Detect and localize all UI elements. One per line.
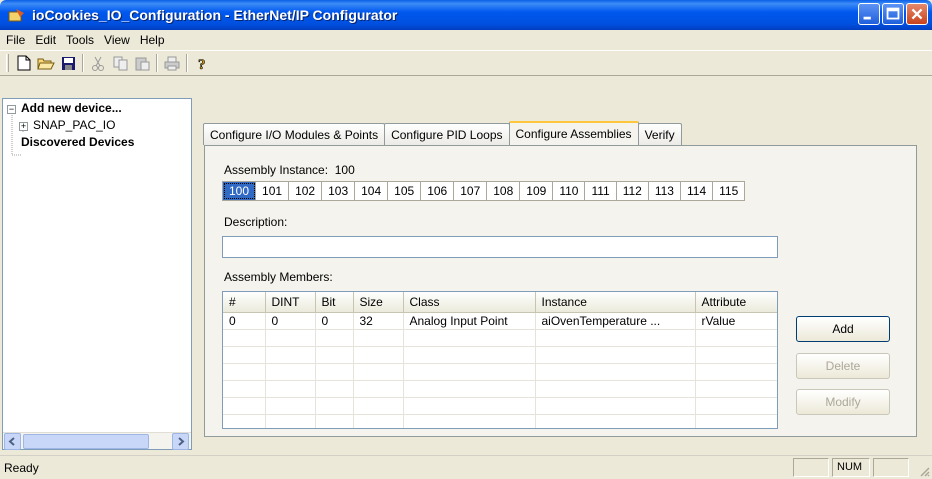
pane-splitter[interactable] [192, 98, 197, 450]
assembly-members-table[interactable]: # DINT Bit Size Class Instance Attribute… [222, 291, 778, 429]
add-button[interactable]: Add [796, 316, 890, 342]
tab-configure-assemblies[interactable]: Configure Assemblies [508, 121, 639, 145]
cell-instance: aiOvenTemperature ... [535, 312, 696, 330]
svg-text:?: ? [198, 57, 206, 71]
toolbar-separator [82, 54, 84, 72]
title-bar: ioCookies_IO_Configuration - EtherNet/IP… [0, 0, 932, 30]
menu-tools[interactable]: Tools [64, 33, 100, 47]
empty-table-row [223, 380, 777, 398]
cell-dint: 0 [265, 312, 316, 330]
instance-tab-105[interactable]: 105 [388, 182, 422, 200]
instance-tab-109[interactable]: 109 [520, 182, 554, 200]
collapse-toggle[interactable]: − [7, 105, 16, 114]
scroll-right-arrow-icon[interactable] [172, 433, 189, 450]
instance-tab-104[interactable]: 104 [355, 182, 389, 200]
scroll-thumb[interactable] [23, 434, 149, 449]
description-label: Description: [224, 215, 288, 229]
horizontal-scrollbar[interactable] [3, 432, 191, 450]
save-icon[interactable] [57, 52, 79, 74]
menu-bar: File Edit Tools View Help [0, 30, 932, 49]
toolbar-separator [186, 54, 188, 72]
empty-table-row [223, 329, 777, 347]
new-file-icon[interactable] [13, 52, 35, 74]
paste-icon [131, 52, 153, 74]
print-icon [161, 52, 183, 74]
assembly-instance-value: 100 [334, 163, 355, 177]
column-header-class[interactable]: Class [403, 292, 536, 313]
toolbar-separator [156, 54, 158, 72]
empty-table-row [223, 397, 777, 415]
assembly-instance-tabs: 100 101 102 103 104 105 106 107 108 109 … [222, 181, 746, 201]
empty-table-row [223, 363, 777, 381]
modify-button[interactable]: Modify [796, 389, 890, 415]
instance-tab-115[interactable]: 115 [713, 182, 744, 200]
tab-verify[interactable]: Verify [637, 123, 682, 145]
cell-class: Analog Input Point [403, 312, 536, 330]
status-bar: Ready NUM [0, 455, 932, 479]
delete-button[interactable]: Delete [796, 353, 890, 379]
num-lock-indicator: NUM [832, 458, 870, 477]
help-icon[interactable]: ? [191, 52, 213, 74]
instance-tab-107[interactable]: 107 [454, 182, 488, 200]
app-icon [8, 7, 26, 23]
toolbar-grip[interactable] [6, 54, 9, 72]
menu-file[interactable]: File [4, 33, 31, 47]
tree-snap-pac-io[interactable]: SNAP_PAC_IO [33, 118, 115, 132]
window-title: ioCookies_IO_Configuration - EtherNet/IP… [32, 7, 398, 23]
expand-toggle[interactable]: + [19, 122, 28, 131]
instance-tab-106[interactable]: 106 [421, 182, 455, 200]
instance-tab-102[interactable]: 102 [289, 182, 323, 200]
column-header-attribute[interactable]: Attribute [695, 292, 777, 313]
table-row[interactable]: 0 0 0 32 Analog Input Point aiOvenTemper… [223, 312, 777, 330]
column-header-number[interactable]: # [223, 292, 266, 313]
cell-attribute: rValue [695, 312, 777, 330]
scroll-left-arrow-icon[interactable] [4, 433, 21, 450]
instance-tab-112[interactable]: 112 [617, 182, 649, 200]
device-tree[interactable]: − Add new device... + SNAP_PAC_IO Discov… [2, 98, 192, 450]
open-folder-icon[interactable] [35, 52, 57, 74]
empty-table-row [223, 346, 777, 364]
column-header-instance[interactable]: Instance [535, 292, 696, 313]
cell-bit: 0 [315, 312, 354, 330]
column-header-size[interactable]: Size [353, 292, 404, 313]
status-indicator-empty [793, 458, 829, 477]
tab-configure-io-modules[interactable]: Configure I/O Modules & Points [203, 123, 386, 145]
menu-edit[interactable]: Edit [33, 33, 62, 47]
description-field[interactable] [222, 236, 778, 258]
assembly-instance-label: Assembly Instance: 100 [224, 163, 355, 177]
empty-table-row [223, 414, 777, 428]
toolbar: ? [0, 50, 932, 76]
resize-grip-icon[interactable] [918, 465, 930, 477]
instance-tab-114[interactable]: 114 [681, 182, 714, 200]
instance-tab-108[interactable]: 108 [487, 182, 521, 200]
instance-tab-101[interactable]: 101 [256, 182, 290, 200]
maximize-button[interactable] [882, 3, 904, 25]
status-indicator-empty [873, 458, 909, 477]
table-header-row: # DINT Bit Size Class Instance Attribute [223, 292, 777, 313]
cell-number: 0 [223, 312, 266, 330]
column-header-dint[interactable]: DINT [265, 292, 316, 313]
column-header-bit[interactable]: Bit [315, 292, 354, 313]
instance-tab-113[interactable]: 113 [649, 182, 681, 200]
tab-strip: Configure I/O Modules & Points Configure… [203, 121, 682, 145]
instance-tab-103[interactable]: 103 [322, 182, 356, 200]
instance-tab-110[interactable]: 110 [553, 182, 586, 200]
menu-view[interactable]: View [102, 33, 136, 47]
status-text: Ready [4, 461, 39, 475]
tree-add-new-device[interactable]: Add new device... [21, 101, 122, 115]
copy-icon [109, 52, 131, 74]
menu-help[interactable]: Help [138, 33, 171, 47]
cell-size: 32 [353, 312, 404, 330]
instance-tab-111[interactable]: 111 [585, 182, 617, 200]
instance-tab-100[interactable]: 100 [223, 182, 257, 200]
minimize-button[interactable] [858, 3, 880, 25]
tab-configure-pid-loops[interactable]: Configure PID Loops [384, 123, 510, 145]
cut-icon [87, 52, 109, 74]
tree-discovered-devices[interactable]: Discovered Devices [21, 135, 134, 149]
close-button[interactable] [906, 3, 928, 25]
assembly-members-label: Assembly Members: [224, 270, 333, 284]
